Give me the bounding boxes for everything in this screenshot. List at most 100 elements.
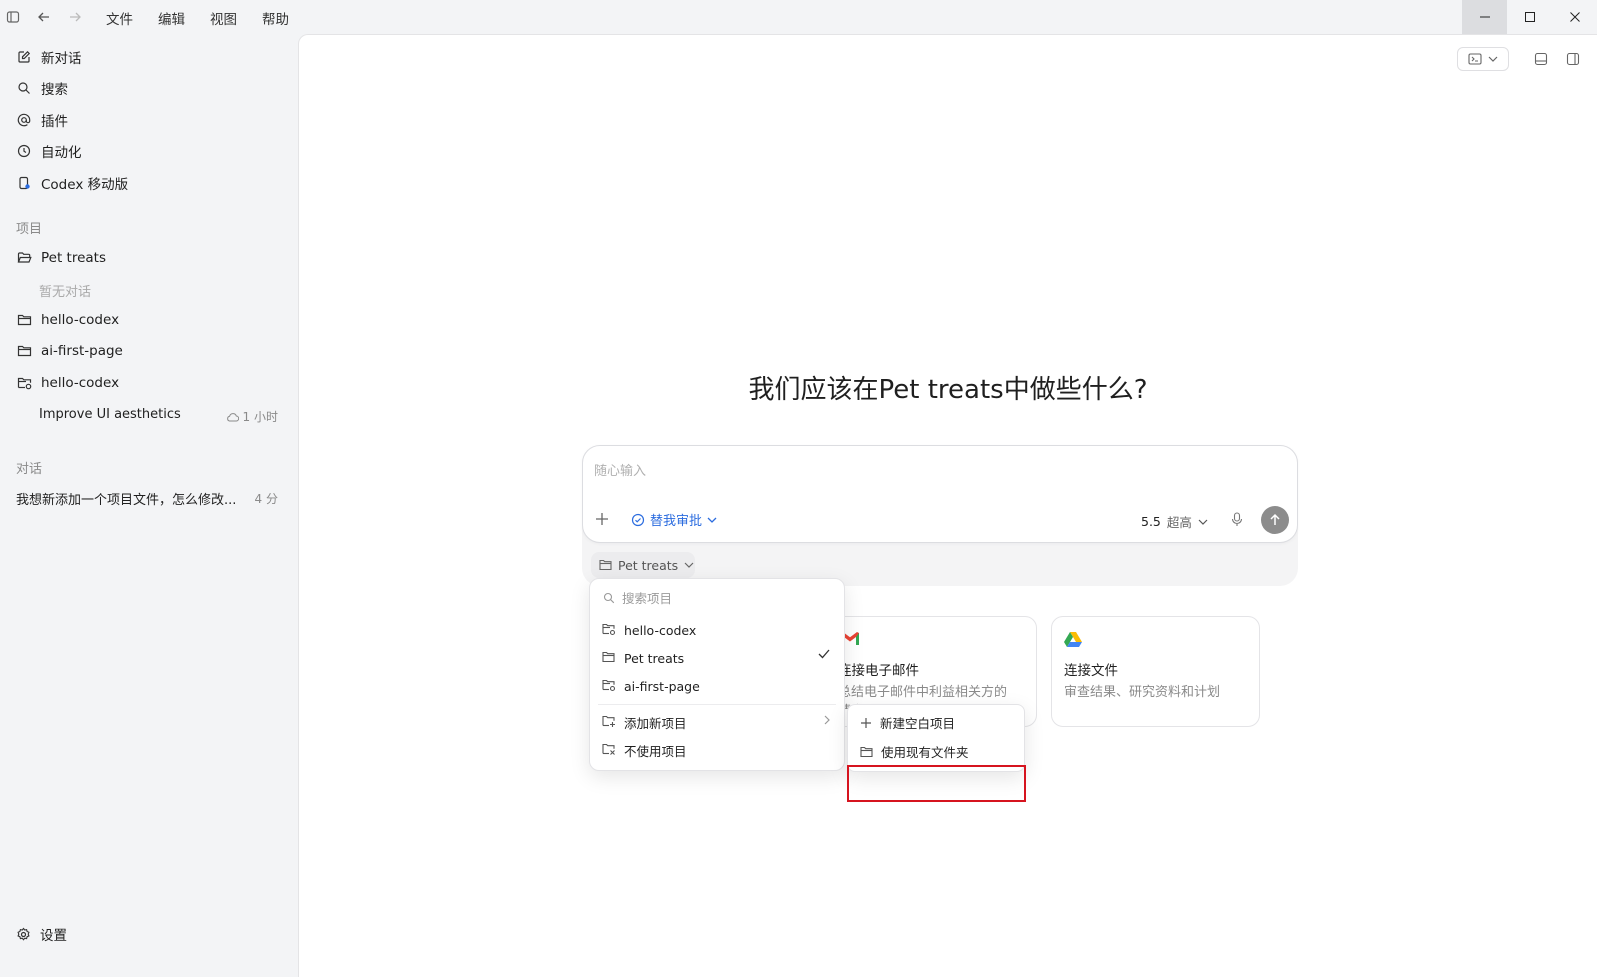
- project-chip-label: Pet treats: [618, 557, 679, 573]
- dropdown-divider: [598, 704, 836, 705]
- cloud-icon: [226, 412, 239, 422]
- approval-mode-label: 替我审批: [650, 514, 703, 529]
- bottom-panel-toggle-icon[interactable]: [1529, 47, 1553, 71]
- dropdown-item-pet-treats[interactable]: Pet treats: [602, 648, 684, 668]
- side-panel-toggle-icon[interactable]: [1561, 47, 1585, 71]
- card-title: 连接电子邮件: [838, 663, 919, 679]
- sidebar-item-new-chat[interactable]: 新对话: [16, 45, 82, 69]
- reasoning-level: 超高: [1166, 515, 1192, 530]
- dropdown-add-project[interactable]: 添加新项目: [602, 712, 687, 732]
- microphone-icon[interactable]: [1231, 512, 1243, 527]
- terminal-icon: [1468, 53, 1482, 65]
- card-desc: 审查结果、研究资料和计划: [1064, 685, 1221, 700]
- sidebar: 新对话 搜索 插件 自动化 Codex 移动版 项目 Pet treats 暂无…: [0, 34, 298, 977]
- dropdown-item-label: 添加新项目: [624, 715, 687, 731]
- at-icon: [16, 112, 32, 128]
- checkmark-icon: [818, 649, 830, 659]
- sidebar-item-plugins[interactable]: 插件: [16, 108, 68, 132]
- maximize-button[interactable]: [1507, 0, 1552, 34]
- sidebar-toggle-icon[interactable]: [2, 6, 24, 28]
- environment-dropdown[interactable]: [1457, 47, 1509, 71]
- connect-files-card[interactable]: 连接文件 审查结果、研究资料和计划: [1051, 616, 1260, 727]
- folder-remote-icon: [602, 623, 616, 637]
- dropdown-item-hello-codex[interactable]: hello-codex: [602, 620, 696, 640]
- chat-item-time: 4 分: [254, 492, 278, 506]
- project-label: hello-codex: [41, 375, 120, 391]
- sidebar-item-automation[interactable]: 自动化: [16, 139, 82, 163]
- edit-icon: [16, 49, 32, 65]
- card-desc: 总结电子邮件中利益相关方的: [838, 685, 1008, 700]
- clock-icon: [16, 143, 32, 159]
- sidebar-item-label: 搜索: [41, 82, 68, 98]
- settings-label: 设置: [40, 928, 67, 944]
- title-bar: 文件 编辑 视图 帮助: [0, 0, 1597, 34]
- model-selector[interactable]: 5.5 超高: [1141, 512, 1208, 531]
- chat-item[interactable]: 我想新添加一个项目文件，怎么修改...: [16, 489, 236, 508]
- approval-icon: [631, 513, 645, 527]
- phone-icon: [16, 175, 32, 191]
- project-label: hello-codex: [41, 312, 120, 328]
- card-title: 连接文件: [1064, 663, 1118, 679]
- submenu-use-existing-folder[interactable]: 使用现有文件夹: [860, 742, 969, 761]
- folder-icon: [599, 559, 612, 571]
- chevron-down-icon: [707, 517, 717, 523]
- project-hello-codex[interactable]: hello-codex: [16, 308, 119, 332]
- folder-icon: [860, 746, 873, 758]
- submenu-item-label: 新建空白项目: [880, 716, 956, 731]
- search-icon: [603, 592, 615, 604]
- chat-improve-ui[interactable]: Improve UI aesthetics: [39, 407, 181, 422]
- dropdown-no-project[interactable]: 不使用项目: [602, 740, 687, 760]
- project-search-input[interactable]: 搜索项目: [603, 588, 672, 607]
- main-panel: 我们应该在Pet treats中做些什么? 随心输入 替我审批 5.5 超高 P…: [298, 34, 1597, 977]
- submenu-item-label: 使用现有文件夹: [881, 745, 969, 760]
- folder-add-icon: [602, 715, 616, 729]
- sidebar-item-search[interactable]: 搜索: [16, 76, 68, 100]
- folder-open-icon: [16, 250, 32, 266]
- dropdown-item-ai-first-page[interactable]: ai-first-page: [602, 676, 700, 696]
- project-label: Pet treats: [41, 250, 107, 266]
- project-hello-codex-remote[interactable]: hello-codex: [16, 371, 119, 395]
- model-version: 5.5: [1141, 514, 1161, 529]
- sidebar-item-label: 自动化: [41, 145, 82, 161]
- project-search-placeholder: 搜索项目: [622, 591, 673, 606]
- projects-section-label: 项目: [16, 222, 43, 237]
- chevron-down-icon: [1198, 519, 1208, 525]
- composer-box[interactable]: 随心输入 替我审批 5.5 超高: [582, 445, 1298, 543]
- folder-remote-icon: [16, 375, 32, 391]
- menu-file[interactable]: 文件: [106, 8, 133, 28]
- add-project-submenu: 新建空白项目 使用现有文件夹: [847, 704, 1025, 772]
- settings-button[interactable]: 设置: [16, 924, 67, 944]
- forward-icon[interactable]: [64, 6, 86, 28]
- chevron-down-icon: [684, 562, 694, 568]
- project-pet-treats[interactable]: Pet treats: [16, 246, 106, 270]
- composer-input[interactable]: 随心输入: [594, 460, 646, 479]
- top-right-toolbar: [1457, 47, 1585, 71]
- add-attachment-button[interactable]: [595, 512, 609, 526]
- back-icon[interactable]: [33, 6, 55, 28]
- folder-icon: [16, 343, 32, 359]
- sidebar-item-label: 插件: [41, 114, 68, 130]
- folder-icon: [602, 651, 616, 665]
- gear-icon: [16, 927, 31, 942]
- project-ai-first-page[interactable]: ai-first-page: [16, 339, 123, 363]
- folder-icon: [16, 312, 32, 328]
- drive-icon: [1064, 631, 1082, 647]
- minimize-button[interactable]: [1462, 0, 1507, 34]
- page-headline: 我们应该在Pet treats中做些什么?: [748, 375, 1148, 405]
- chevron-right-icon: [824, 715, 830, 725]
- menu-help[interactable]: 帮助: [262, 8, 289, 28]
- project-selector-chip[interactable]: Pet treats: [591, 552, 695, 578]
- send-button[interactable]: [1261, 506, 1289, 534]
- close-button[interactable]: [1552, 0, 1597, 34]
- submenu-new-blank-project[interactable]: 新建空白项目: [860, 713, 955, 732]
- chat-time: 1 小时: [242, 410, 278, 424]
- menu-edit[interactable]: 编辑: [158, 8, 185, 28]
- sidebar-item-mobile[interactable]: Codex 移动版: [16, 171, 128, 195]
- plus-icon: [860, 717, 872, 729]
- arrow-up-icon: [1270, 513, 1280, 525]
- approval-mode-dropdown[interactable]: 替我审批: [631, 510, 717, 529]
- dropdown-item-label: Pet treats: [624, 650, 685, 666]
- chat-time-meta: 1 小时: [226, 408, 278, 425]
- menu-view[interactable]: 视图: [210, 8, 237, 28]
- dropdown-item-label: hello-codex: [624, 622, 697, 638]
